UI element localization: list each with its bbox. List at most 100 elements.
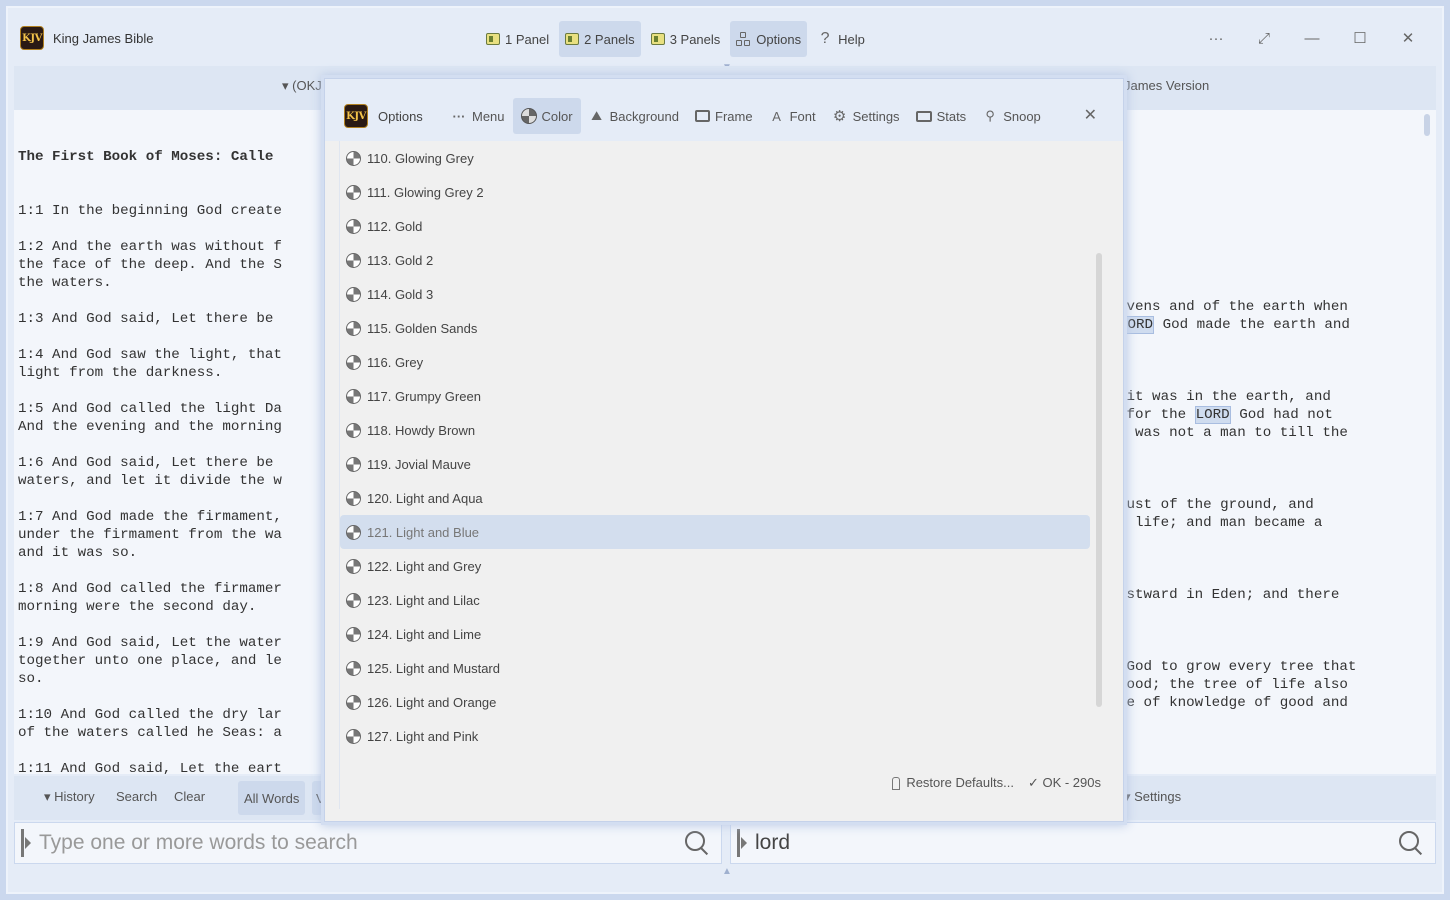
left-search-toolbar: ▾ History Search Clear All Words V: [14, 776, 329, 820]
splitter-bottom[interactable]: ▲: [722, 866, 732, 880]
verse-text: food; the tree of life also: [1118, 677, 1348, 693]
color-theme-item[interactable]: 124. Light and Lime: [340, 617, 1090, 651]
color-theme-item[interactable]: 119. Jovial Mauve: [340, 447, 1090, 481]
theme-ball-icon: [346, 660, 361, 676]
tab-snoop[interactable]: ⚲ Snoop: [974, 98, 1049, 134]
search-icon[interactable]: [1397, 829, 1425, 857]
tab-label: Color: [541, 108, 573, 124]
color-icon: [520, 108, 537, 124]
tab-stats[interactable]: Stats: [908, 98, 975, 134]
history-label: History: [54, 789, 95, 804]
color-theme-item[interactable]: 126. Light and Orange: [340, 685, 1090, 719]
right-reading-pane[interactable]: avens and of the earth when LORD God made…: [1110, 110, 1436, 774]
color-theme-label: 121. Light and Blue: [367, 524, 480, 540]
search-icon[interactable]: [683, 829, 711, 857]
verse-line: for the LORD God had not: [1118, 406, 1333, 424]
options-label: Options: [756, 31, 802, 47]
verse-line: it was in the earth, and: [1118, 388, 1331, 406]
minimize-icon[interactable]: —: [1288, 26, 1336, 50]
gear-icon: ⚙: [832, 108, 847, 125]
color-theme-item[interactable]: 125. Light and Mustard: [340, 651, 1090, 685]
app-title: King James Bible: [53, 31, 154, 46]
dialog-title: Options: [378, 109, 423, 124]
help-button[interactable]: ? Help: [811, 21, 871, 57]
search-button[interactable]: Search: [116, 789, 157, 804]
history-button[interactable]: ▾ History: [44, 789, 95, 805]
color-theme-label: 112. Gold: [367, 218, 423, 234]
verse-paragraph: 1:9 And God said, Let the water together…: [18, 635, 282, 687]
expand-icon[interactable]: ⤢: [1240, 26, 1288, 50]
color-theme-item[interactable]: 123. Light and Lilac: [340, 583, 1090, 617]
tab-background[interactable]: ⛰ Background: [581, 98, 687, 134]
color-theme-item[interactable]: 112. Gold: [340, 209, 1090, 243]
tab-menu[interactable]: ··· Menu: [443, 98, 513, 134]
color-theme-item[interactable]: 114. Gold 3: [340, 277, 1090, 311]
window-controls: ··· ⤢ — ☐ ✕: [1192, 26, 1432, 50]
verse-list: 1:1 In the beginning God create 1:2 And t…: [18, 202, 322, 774]
verse-paragraph: 1:3 And God said, Let there be: [18, 311, 274, 327]
three-panels-button[interactable]: 3 Panels: [645, 21, 727, 57]
color-theme-item[interactable]: 115. Golden Sands: [340, 311, 1090, 345]
expand-caret-icon[interactable]: [737, 829, 747, 857]
options-button[interactable]: Options: [730, 21, 808, 57]
color-theme-list[interactable]: 110. Glowing Grey 111. Glowing Grey 2 112.…: [340, 141, 1090, 753]
search-icon: ⚲: [985, 108, 995, 123]
theme-ball-icon: [346, 422, 361, 438]
color-theme-item[interactable]: 117. Grumpy Green: [340, 379, 1090, 413]
clear-button[interactable]: Clear: [174, 789, 205, 804]
color-theme-item[interactable]: 127. Light and Pink: [340, 719, 1090, 753]
right-version-label[interactable]: James Version: [1124, 78, 1209, 93]
more-icon[interactable]: ···: [1192, 26, 1240, 50]
expand-caret-icon[interactable]: [21, 829, 31, 857]
right-search-input[interactable]: [747, 831, 1397, 855]
color-theme-label: 124. Light and Lime: [367, 626, 482, 642]
left-search-box: [14, 822, 722, 864]
left-reference-dropdown[interactable]: ▾ (OKJ: [282, 78, 322, 94]
theme-ball-icon: [346, 490, 361, 506]
all-words-button[interactable]: All Words: [238, 781, 306, 815]
font-icon: A: [772, 108, 781, 124]
panel-icon: [565, 33, 580, 45]
two-panels-button[interactable]: 2 Panels: [559, 21, 641, 57]
close-icon[interactable]: ✕: [1384, 26, 1432, 50]
restore-label: Restore Defaults...: [906, 775, 1014, 790]
tab-label: Background: [609, 108, 679, 124]
ok-button[interactable]: ✓ OK - 290s: [1028, 775, 1101, 791]
app-logo: KJV: [20, 26, 44, 50]
right-pane-scrollbar[interactable]: [1424, 114, 1430, 136]
verse-paragraph: 1:2 And the earth was without f the face…: [18, 239, 282, 291]
one-panel-button[interactable]: 1 Panel: [480, 21, 555, 57]
verse-line: e was not a man to till the: [1118, 424, 1348, 442]
color-theme-item[interactable]: 111. Glowing Grey 2: [340, 175, 1090, 209]
maximize-icon[interactable]: ☐: [1336, 26, 1384, 50]
tab-font[interactable]: A Font: [761, 98, 824, 134]
verse-text: it was in the earth, and: [1118, 389, 1331, 405]
color-theme-label: 122. Light and Grey: [367, 558, 482, 574]
color-theme-label: 114. Gold 3: [367, 286, 434, 302]
tab-frame[interactable]: Frame: [687, 98, 761, 134]
color-theme-label: 115. Golden Sands: [367, 320, 478, 336]
color-theme-item[interactable]: 110. Glowing Grey: [340, 141, 1090, 175]
settings-button[interactable]: ▾ Settings: [1124, 789, 1181, 805]
tab-color[interactable]: Color: [512, 98, 581, 134]
verse-line: food; the tree of life also: [1118, 676, 1348, 694]
color-theme-item[interactable]: 120. Light and Aqua: [340, 481, 1090, 515]
top-nav: 1 Panel 2 Panels 3 Panels Options ? Help: [480, 21, 871, 57]
dialog-body: 110. Glowing Grey 111. Glowing Grey 2 112.…: [339, 141, 1111, 809]
color-theme-item[interactable]: 116. Grey: [340, 345, 1090, 379]
restore-defaults-button[interactable]: Restore Defaults...: [892, 775, 1014, 791]
tab-settings[interactable]: ⚙ Settings: [824, 98, 908, 134]
color-list-scrollbar[interactable]: [1096, 253, 1102, 707]
tab-label: Menu: [472, 108, 505, 124]
dialog-close-icon[interactable]: ✕: [1084, 105, 1097, 125]
color-theme-item[interactable]: 122. Light and Grey: [340, 549, 1090, 583]
color-theme-item[interactable]: 118. Howdy Brown: [340, 413, 1090, 447]
left-search-input[interactable]: [31, 831, 683, 855]
verse-line: astward in Eden; and there: [1118, 586, 1339, 604]
left-reading-pane[interactable]: The First Book of Moses: Calle 1:1 In th…: [14, 110, 326, 774]
color-theme-item[interactable]: 113. Gold 2: [340, 243, 1090, 277]
question-icon: ?: [820, 30, 830, 47]
color-theme-item[interactable]: 121. Light and Blue: [340, 515, 1090, 549]
theme-ball-icon: [346, 592, 361, 608]
panel-icon: [650, 33, 665, 45]
